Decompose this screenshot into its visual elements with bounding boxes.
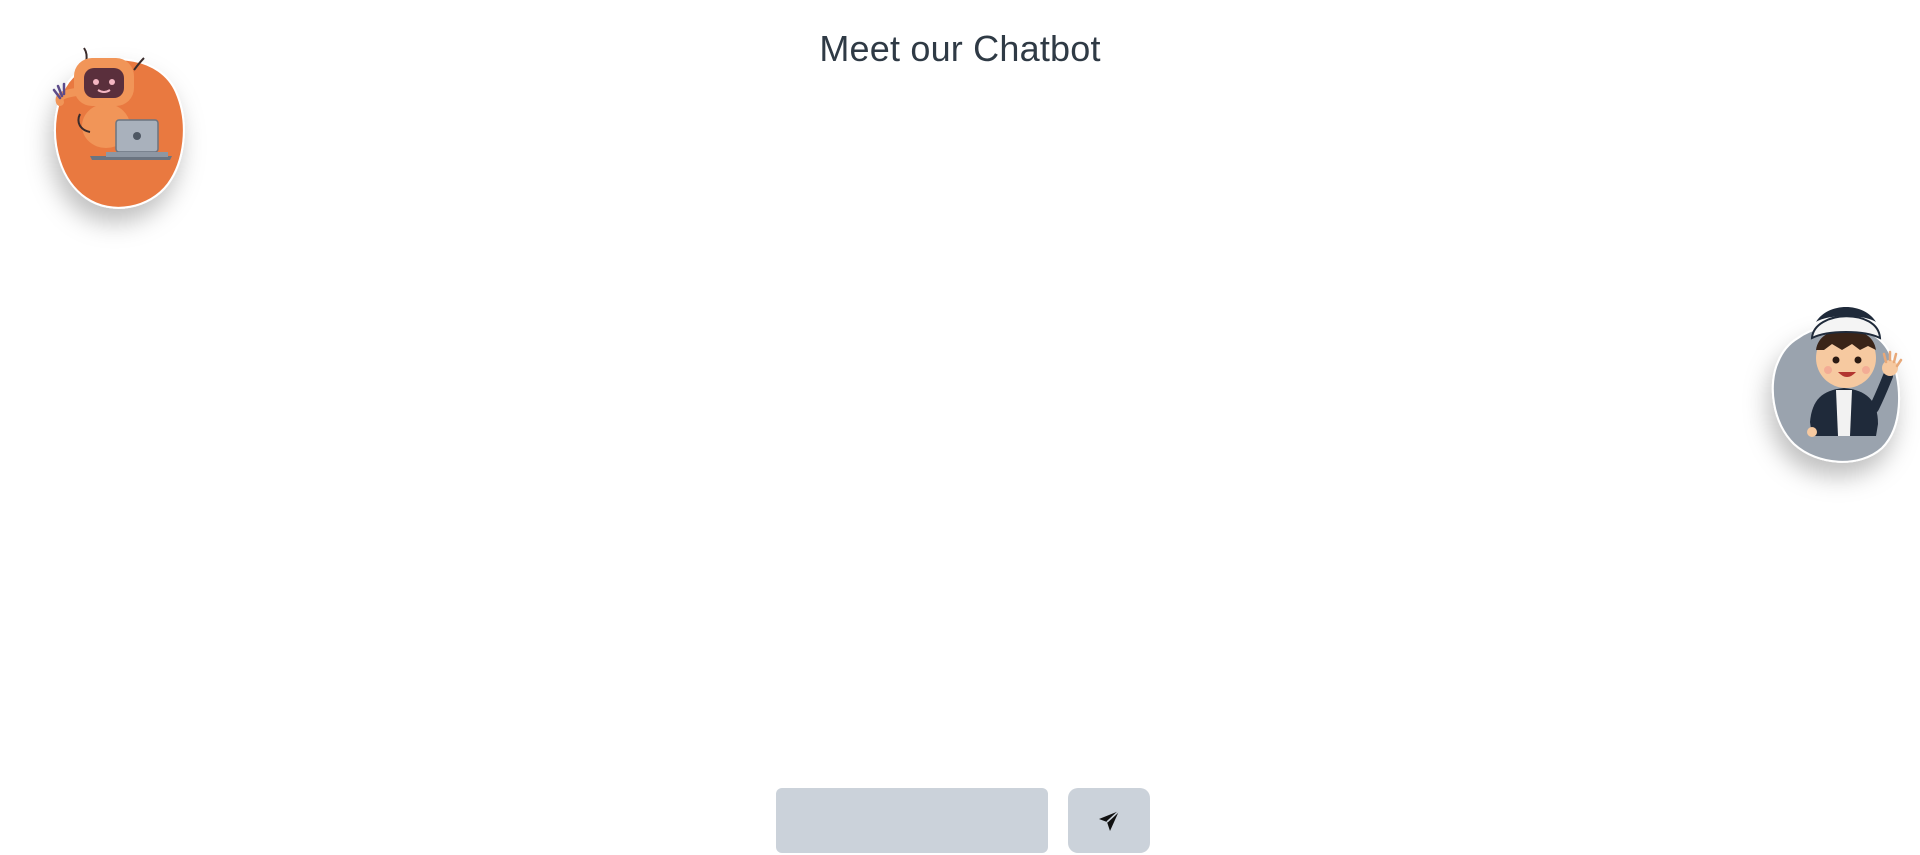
send-button[interactable] (1068, 788, 1150, 853)
paper-plane-icon (1099, 809, 1120, 831)
message-input[interactable] (776, 788, 1048, 853)
robot-with-laptop-icon (52, 47, 185, 209)
chatbot-avatar (50, 47, 185, 217)
page-title: Meet our Chatbot (819, 28, 1101, 70)
message-composer (776, 788, 1150, 853)
chat-page: Meet our Chatbot (0, 0, 1920, 855)
boy-waving-icon (1771, 307, 1903, 463)
user-avatar (1768, 292, 1903, 465)
